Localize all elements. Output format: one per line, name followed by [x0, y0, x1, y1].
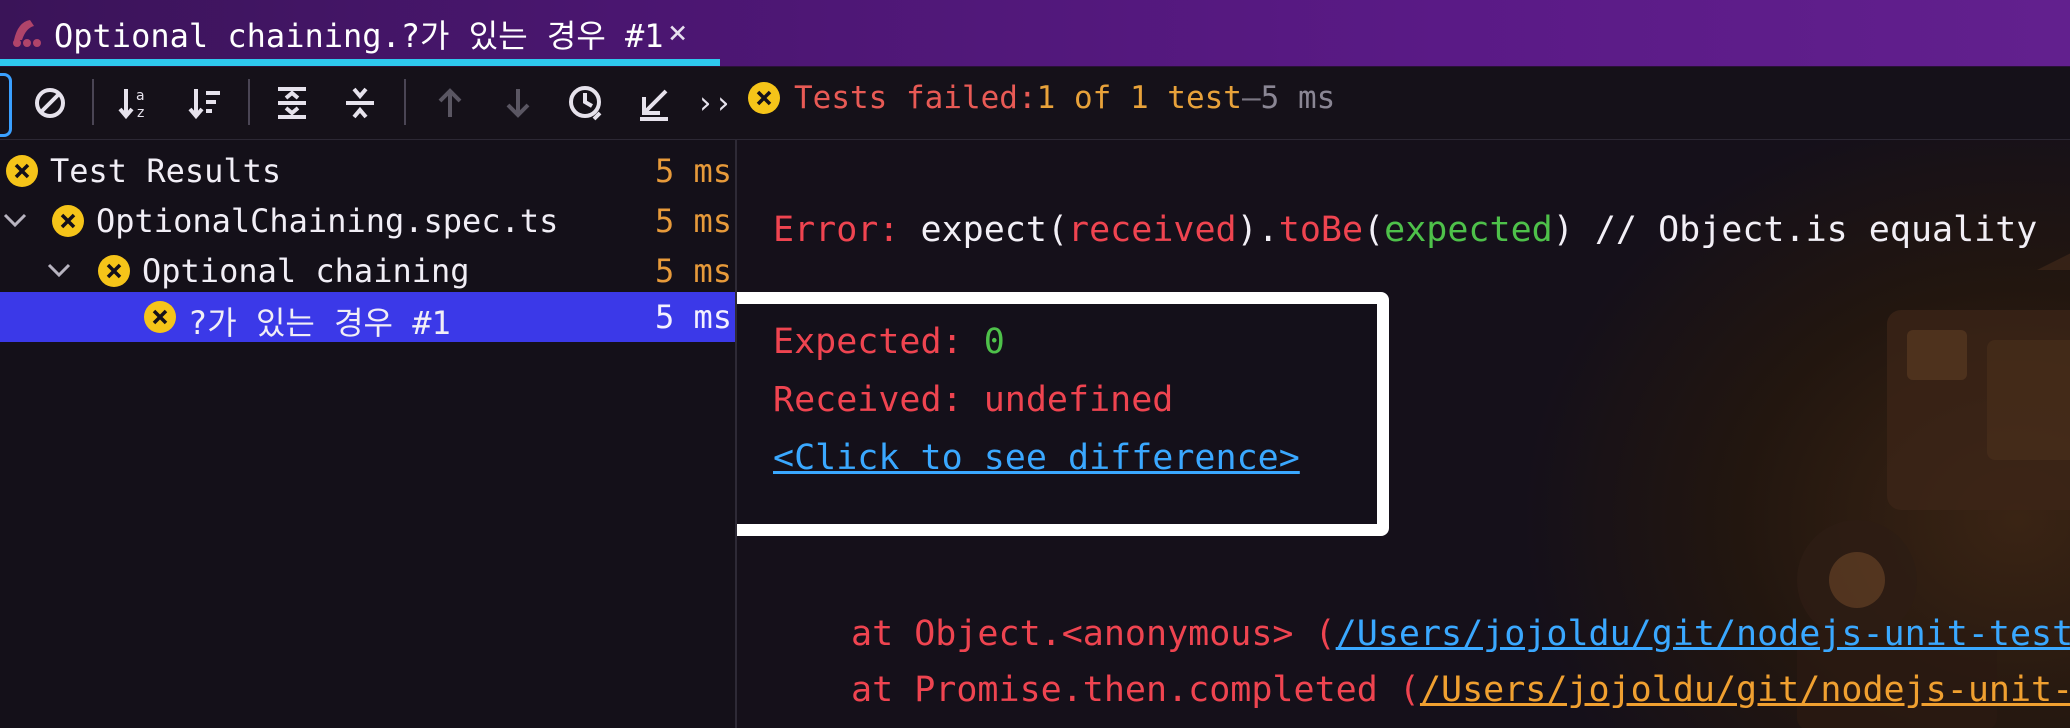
toolbar-separator	[404, 79, 406, 125]
focus-ring	[0, 73, 12, 137]
expected-label: Expected:	[773, 322, 984, 362]
stack-line: at Promise.then.completed (/Users/jojold…	[851, 670, 2070, 710]
failed-icon	[748, 82, 780, 114]
tree-row-label: OptionalChaining.spec.ts	[96, 202, 559, 240]
tree-row-label: ?가 있는 경우 #1	[188, 304, 451, 342]
tree-row-test-case[interactable]: ?가 있는 경우 #1 5 ms	[0, 292, 735, 342]
svg-text:a: a	[136, 88, 145, 104]
tree-row-duration: 5 ms	[655, 152, 733, 190]
status-count: 1 of 1 test	[1036, 80, 1242, 116]
jest-icon	[8, 14, 44, 50]
collapse-all-icon[interactable]	[338, 81, 382, 125]
stack-at: at Promise.then.completed (	[851, 670, 1420, 710]
tree-row-test-results[interactable]: Test Results 5 ms	[0, 146, 735, 196]
status-label: Tests failed:	[794, 80, 1037, 116]
editor-tab-bar: Optional chaining.?가 있는 경우 #1 ×	[0, 0, 2070, 67]
failed-icon	[6, 155, 38, 187]
tree-row-duration: 5 ms	[655, 298, 733, 336]
active-tab-indicator	[0, 59, 720, 66]
prev-failed-icon[interactable]	[428, 81, 472, 125]
import-icon[interactable]	[632, 81, 676, 125]
received-value: undefined	[983, 380, 1174, 420]
console-output[interactable]: Error: expect(received).toBe(expected) /…	[737, 140, 2070, 728]
error-tail: ) // Object.is equality	[1552, 210, 2038, 250]
close-icon[interactable]: ×	[668, 13, 687, 51]
see-difference-link[interactable]: <Click to see difference>	[773, 438, 1300, 478]
tab-title: Optional chaining.?가 있는 경우 #1	[54, 17, 664, 55]
expand-all-icon[interactable]	[270, 81, 314, 125]
test-status: Tests failed: 1 of 1 test – 5 ms	[748, 80, 1335, 116]
svg-text:z: z	[137, 105, 144, 121]
diff-link-line: <Click to see difference>	[773, 438, 1300, 478]
stack-at: at Object.<anonymous> (	[851, 614, 1336, 654]
expected-value: 0	[983, 322, 1005, 362]
tree-row-describe[interactable]: Optional chaining 5 ms	[0, 246, 735, 296]
status-dash: –	[1241, 80, 1261, 116]
error-line: Error: expect(received).toBe(expected) /…	[773, 210, 2037, 250]
stack-path-link[interactable]: /Users/jojoldu/git/nodejs-unit-test/te	[1336, 614, 2070, 654]
received-label: Received:	[773, 380, 984, 420]
error-close-dot: ).	[1236, 210, 1279, 250]
tree-row-label: Test Results	[50, 152, 282, 190]
history-icon[interactable]	[564, 81, 608, 125]
tree-row-duration: 5 ms	[655, 252, 733, 290]
toolbar-separator	[92, 79, 94, 125]
tree-row-label: Optional chaining	[142, 252, 470, 290]
error-received: received	[1068, 210, 1237, 250]
status-duration: 5 ms	[1260, 80, 1336, 116]
expected-line: Expected: 0	[773, 322, 1005, 362]
test-results-tree: Test Results 5 ms OptionalChaining.spec.…	[0, 140, 735, 728]
tree-row-spec-file[interactable]: OptionalChaining.spec.ts 5 ms	[0, 196, 735, 246]
error-open: (	[1363, 210, 1385, 250]
next-failed-icon[interactable]	[496, 81, 540, 125]
received-line: Received: undefined	[773, 380, 1173, 420]
background-robot-image	[1797, 253, 2070, 728]
stack-line: at Object.<anonymous> (/Users/jojoldu/gi…	[851, 614, 2070, 654]
stop-icon[interactable]	[28, 81, 72, 125]
tab-test-run[interactable]: Optional chaining.?가 있는 경우 #1 ×	[0, 0, 720, 66]
chevron-down-icon[interactable]	[44, 254, 74, 286]
more-actions-icon[interactable]: ››	[692, 81, 736, 125]
failed-icon	[52, 205, 84, 237]
error-expected: expected	[1384, 210, 1553, 250]
stack-path-link[interactable]: /Users/jojoldu/git/nodejs-unit-tes	[1420, 670, 2070, 710]
failed-icon	[144, 301, 176, 333]
error-prefix: Error:	[773, 210, 921, 250]
chevron-down-icon[interactable]	[0, 204, 30, 236]
error-expect: expect(	[920, 210, 1069, 250]
error-tobe: toBe	[1278, 210, 1364, 250]
toolbar-separator	[248, 79, 250, 125]
tree-row-duration: 5 ms	[655, 202, 733, 240]
sort-alpha-icon[interactable]: az	[114, 81, 158, 125]
failed-icon	[98, 255, 130, 287]
sort-duration-icon[interactable]	[184, 81, 228, 125]
test-runner-toolbar: az ›› Tests failed: 1 of 1 test – 5 ms	[0, 67, 2070, 140]
